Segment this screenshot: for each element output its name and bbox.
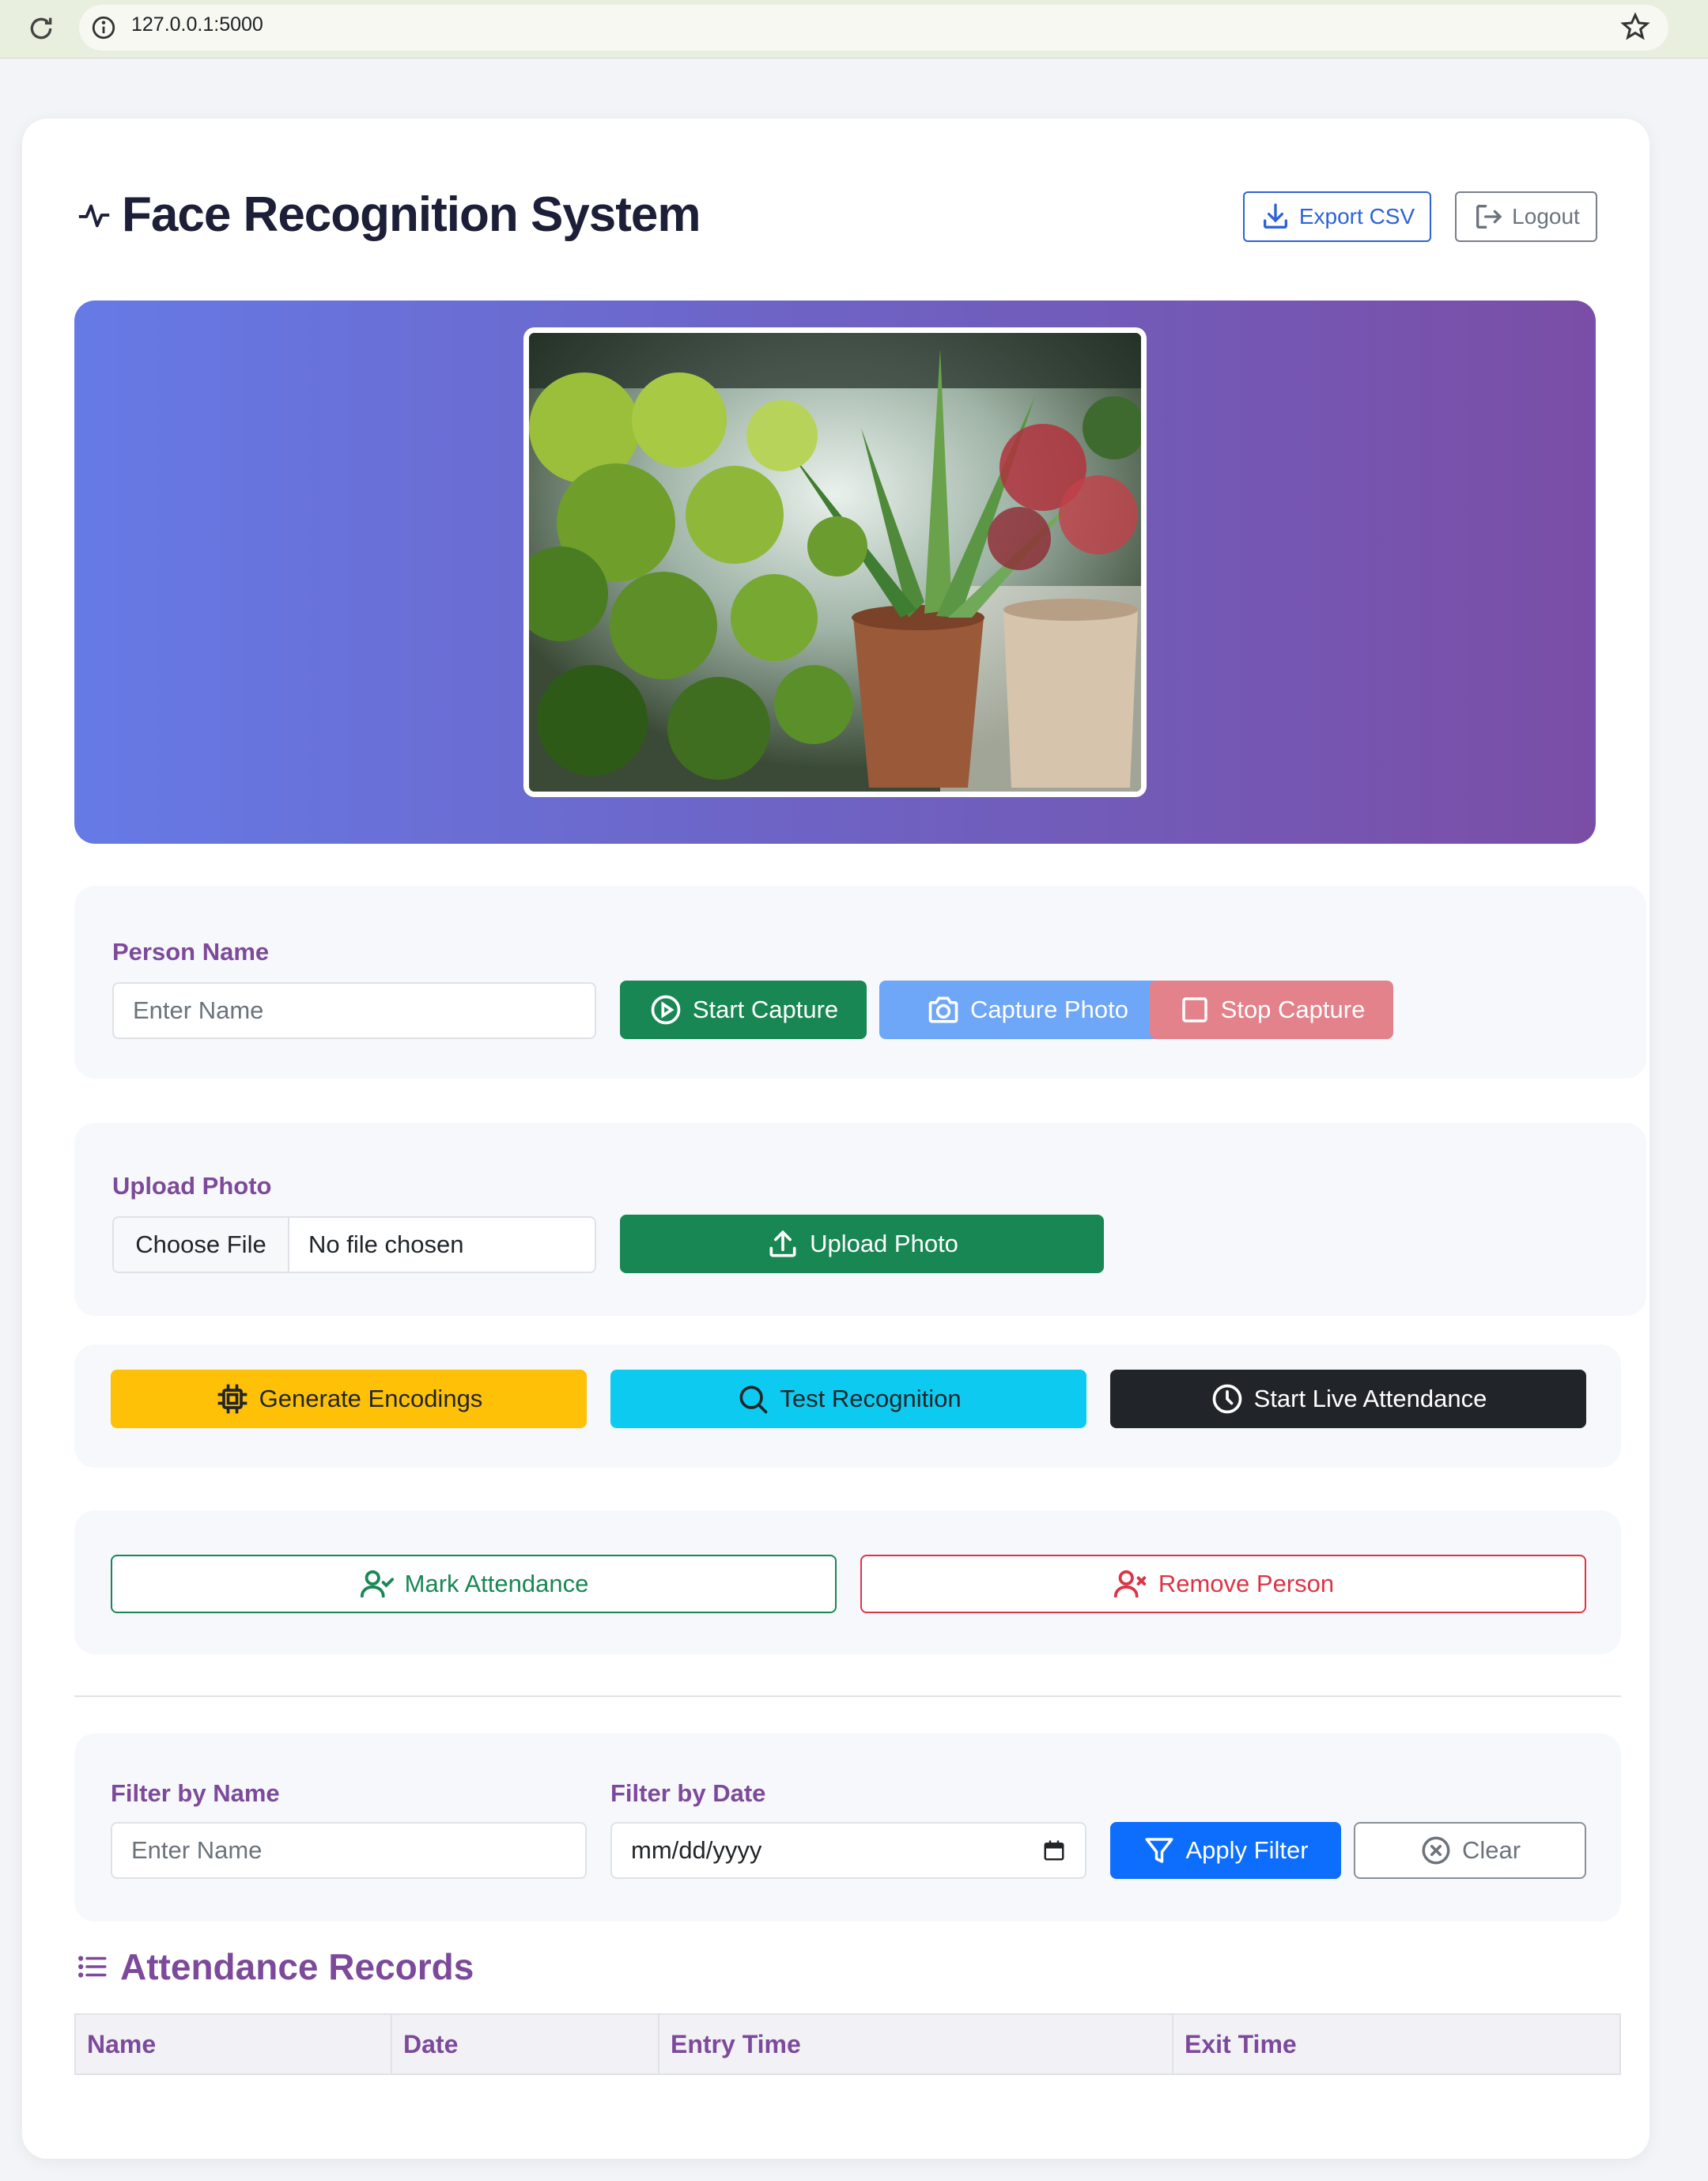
play-circle-icon [651,995,681,1025]
clock-icon [1212,1384,1241,1414]
start-capture-button[interactable]: Start Capture [620,981,867,1039]
stop-capture-label: Stop Capture [1220,996,1366,1023]
bookmark-star-icon[interactable] [1619,11,1651,43]
filter-name-input[interactable]: Enter Name [111,1822,587,1879]
column-header-entry-time[interactable]: Entry Time [659,2015,1173,2073]
column-header-date[interactable]: Date [392,2015,659,2073]
records-title: Attendance Records [120,1946,474,1987]
stop-square-icon [1181,997,1207,1022]
mark-attendance-label: Mark Attendance [404,1570,589,1597]
apply-filter-label: Apply Filter [1185,1836,1309,1864]
date-placeholder: mm/dd/yyyy [631,1836,762,1864]
x-circle-icon [1422,1836,1450,1865]
camera-feed-image [529,333,1141,792]
person-name-label: Person Name [112,938,270,966]
camera-feed [523,327,1147,797]
start-live-attendance-label: Start Live Attendance [1253,1385,1487,1412]
remove-person-label: Remove Person [1158,1570,1335,1597]
address-bar[interactable] [79,5,1668,51]
generate-encodings-button[interactable]: Generate Encodings [111,1370,587,1428]
capture-photo-button[interactable]: Capture Photo [879,981,1175,1039]
cpu-icon [217,1384,248,1414]
camera-icon [928,996,958,1023]
activity-icon [78,204,110,227]
column-header-name[interactable]: Name [76,2015,392,2073]
logout-button[interactable]: Logout [1455,191,1597,242]
logout-label: Logout [1512,204,1580,229]
test-recognition-label: Test Recognition [780,1385,962,1412]
url-text: 127.0.0.1:5000 [131,13,263,36]
filter-date-label: Filter by Date [610,1779,766,1807]
export-csv-button[interactable]: Export CSV [1243,191,1431,242]
apply-filter-button[interactable]: Apply Filter [1110,1822,1341,1879]
list-icon [77,1956,107,1978]
filter-date-input[interactable]: mm/dd/yyyy [610,1822,1086,1879]
page-title: Face Recognition System [122,187,701,242]
file-input[interactable]: Choose File No file chosen [112,1216,596,1273]
section-divider [74,1695,1621,1697]
capture-photo-label: Capture Photo [970,996,1128,1023]
upload-photo-button-label: Upload Photo [810,1230,958,1257]
start-live-attendance-button[interactable]: Start Live Attendance [1110,1370,1586,1428]
upload-photo-label: Upload Photo [112,1172,272,1200]
records-heading: Attendance Records [76,1945,474,1988]
calendar-icon[interactable] [1042,1839,1066,1862]
attendance-table-header: Name Date Entry Time Exit Time [74,2013,1621,2075]
browser-toolbar: 127.0.0.1:5000 [0,0,1708,59]
reload-icon[interactable] [25,13,57,44]
search-icon [739,1385,768,1414]
stop-capture-button[interactable]: Stop Capture [1150,981,1393,1039]
site-info-icon[interactable] [90,14,117,41]
filter-icon [1145,1838,1173,1863]
generate-encodings-label: Generate Encodings [259,1385,483,1412]
column-header-exit-time[interactable]: Exit Time [1173,2015,1619,2073]
clear-filter-label: Clear [1461,1836,1521,1864]
clear-filter-button[interactable]: Clear [1354,1822,1586,1879]
filter-name-label: Filter by Name [111,1779,280,1807]
test-recognition-button[interactable]: Test Recognition [610,1370,1086,1428]
mark-attendance-button[interactable]: Mark Attendance [111,1555,837,1613]
download-icon [1263,203,1287,229]
start-capture-label: Start Capture [692,996,839,1023]
file-status-text: No file chosen [308,1230,464,1258]
remove-person-button[interactable]: Remove Person [860,1555,1586,1613]
person-name-input[interactable]: Enter Name [112,982,596,1039]
upload-icon [769,1230,796,1257]
export-csv-label: Export CSV [1298,204,1415,229]
logout-icon [1476,205,1502,229]
upload-photo-button[interactable]: Upload Photo [620,1215,1104,1273]
user-x-icon [1113,1570,1147,1598]
page-header: Face Recognition System [76,187,701,243]
user-check-icon [360,1570,394,1598]
choose-file-button[interactable]: Choose File [114,1218,289,1272]
